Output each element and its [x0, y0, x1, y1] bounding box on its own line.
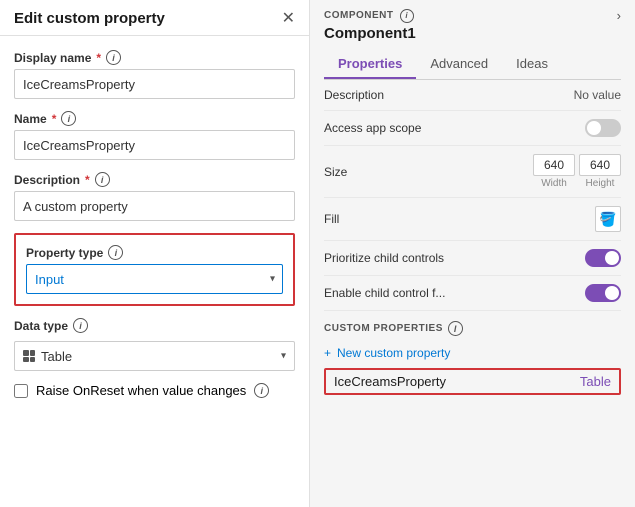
raise-on-reset-info-icon[interactable]: i: [254, 383, 269, 398]
toggle-access-app-scope[interactable]: [585, 119, 621, 137]
table-icon: [23, 350, 35, 362]
tabs-row: Properties Advanced Ideas: [324, 50, 621, 80]
toggle-prioritize-child[interactable]: [585, 249, 621, 267]
new-custom-property-button[interactable]: + New custom property: [324, 342, 621, 364]
fill-swatch[interactable]: 🪣: [595, 206, 621, 232]
prop-label-fill: Fill: [324, 212, 339, 226]
display-name-label: Display name * i: [14, 50, 295, 65]
raise-on-reset-checkbox[interactable]: [14, 384, 28, 398]
name-label: Name * i: [14, 111, 295, 126]
custom-properties-info-icon[interactable]: i: [448, 321, 463, 336]
component-label-row: COMPONENT i ›: [324, 8, 621, 23]
name-required-star: *: [52, 112, 57, 126]
data-type-label: Data type i: [14, 318, 295, 333]
property-type-label: Property type i: [26, 245, 283, 260]
property-type-info-icon[interactable]: i: [108, 245, 123, 260]
data-type-display[interactable]: Table ▾: [14, 341, 295, 371]
display-name-field: Display name * i: [14, 50, 295, 99]
description-info-icon[interactable]: i: [95, 172, 110, 187]
custom-prop-name-icecreams: IceCreamsProperty: [334, 374, 446, 389]
raise-on-reset-label: Raise OnReset when value changes: [36, 383, 246, 398]
prop-row-enable-child-control: Enable child control f...: [324, 276, 621, 311]
toggle-enable-child-control[interactable]: [585, 284, 621, 302]
required-star: *: [96, 51, 101, 65]
custom-properties-section-header: CUSTOM PROPERTIES i: [324, 311, 621, 342]
size-row: [533, 154, 621, 176]
size-labels: Width Height: [533, 178, 621, 189]
name-field: Name * i: [14, 111, 295, 160]
prop-label-prioritize-child: Prioritize child controls: [324, 251, 444, 265]
property-type-select[interactable]: Input Output Event Action: [26, 264, 283, 294]
prop-value-description: No value: [574, 88, 621, 102]
display-name-input[interactable]: [14, 69, 295, 99]
description-label: Description * i: [14, 172, 295, 187]
prop-row-description: Description No value: [324, 80, 621, 111]
prop-label-access-app-scope: Access app scope: [324, 121, 421, 135]
size-width-label: Width: [533, 178, 575, 189]
right-header: COMPONENT i › Component1 Properties Adva…: [310, 0, 635, 80]
data-type-chevron-icon: ▾: [281, 351, 286, 362]
data-type-info-icon[interactable]: i: [73, 318, 88, 333]
size-inputs: Width Height: [533, 154, 621, 189]
size-width-input[interactable]: [533, 154, 575, 176]
right-panel: COMPONENT i › Component1 Properties Adva…: [310, 0, 635, 507]
left-header: Edit custom property ✕: [0, 0, 309, 36]
toggle-knob-access-app-scope: [587, 121, 601, 135]
size-height-label: Height: [579, 178, 621, 189]
name-info-icon[interactable]: i: [61, 111, 76, 126]
component-chevron-right-icon[interactable]: ›: [617, 8, 621, 23]
desc-required-star: *: [85, 173, 90, 187]
prop-label-description: Description: [324, 88, 384, 102]
raise-on-reset-row: Raise OnReset when value changes i: [14, 383, 295, 398]
name-input[interactable]: [14, 130, 295, 160]
tab-advanced[interactable]: Advanced: [416, 50, 502, 79]
toggle-knob-prioritize-child: [605, 251, 619, 265]
tab-properties[interactable]: Properties: [324, 50, 416, 79]
new-property-label: New custom property: [337, 346, 450, 360]
dialog-title: Edit custom property: [14, 10, 165, 27]
left-panel: Edit custom property ✕ Display name * i …: [0, 0, 310, 507]
description-input[interactable]: [14, 191, 295, 221]
display-name-info-icon[interactable]: i: [106, 50, 121, 65]
data-type-select-wrapper: Table ▾: [14, 341, 295, 371]
data-type-section: Data type i Table ▾: [14, 318, 295, 371]
close-button[interactable]: ✕: [282, 11, 295, 27]
component-name: Component1: [324, 25, 621, 50]
custom-prop-item-icecreams[interactable]: IceCreamsProperty Table: [324, 368, 621, 395]
toggle-knob-enable-child-control: [605, 286, 619, 300]
component-label: COMPONENT: [324, 10, 394, 21]
size-height-input[interactable]: [579, 154, 621, 176]
prop-label-size: Size: [324, 165, 347, 179]
component-info-icon[interactable]: i: [400, 9, 414, 23]
right-body: Description No value Access app scope Si…: [310, 80, 635, 507]
prop-row-fill: Fill 🪣: [324, 198, 621, 241]
prop-row-access-app-scope: Access app scope: [324, 111, 621, 146]
property-type-section: Property type i Input Output Event Actio…: [14, 233, 295, 306]
prop-label-enable-child-control: Enable child control f...: [324, 286, 445, 300]
custom-properties-label: CUSTOM PROPERTIES: [324, 323, 443, 334]
custom-prop-type-icecreams: Table: [580, 374, 611, 389]
tab-ideas[interactable]: Ideas: [502, 50, 562, 79]
property-type-select-wrapper: Input Output Event Action ▾: [26, 264, 283, 294]
prop-row-size: Size Width Height: [324, 146, 621, 198]
prop-row-prioritize-child: Prioritize child controls: [324, 241, 621, 276]
new-property-plus-icon: +: [324, 346, 331, 360]
description-field: Description * i: [14, 172, 295, 221]
left-body: Display name * i Name * i Description * …: [0, 36, 309, 507]
